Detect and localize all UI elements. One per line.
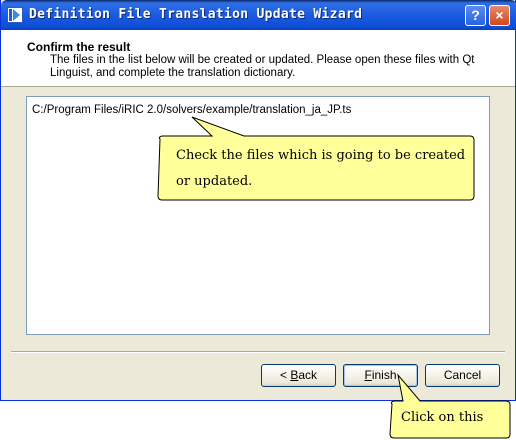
page-title: Confirm the result bbox=[27, 40, 131, 54]
file-list[interactable]: C:/Program Files/iRIC 2.0/solvers/exampl… bbox=[26, 96, 490, 335]
back-button[interactable]: < Back bbox=[261, 364, 336, 387]
page-description: The files in the list below will be crea… bbox=[50, 54, 475, 79]
close-button[interactable]: × bbox=[489, 5, 510, 26]
finish-callout-text: Click on this bbox=[401, 410, 484, 425]
title-bar[interactable]: Definition File Translation Update Wizar… bbox=[1, 0, 516, 30]
list-item[interactable]: C:/Program Files/iRIC 2.0/solvers/exampl… bbox=[32, 104, 351, 116]
finish-label: inish bbox=[371, 368, 397, 382]
cancel-button[interactable]: Cancel bbox=[425, 364, 500, 387]
button-separator bbox=[11, 351, 505, 353]
back-prefix: < bbox=[279, 368, 291, 382]
window-title: Definition File Translation Update Wizar… bbox=[29, 7, 363, 22]
wizard-window: Definition File Translation Update Wizar… bbox=[0, 0, 516, 401]
wizard-header: Confirm the result The files in the list… bbox=[1, 30, 515, 87]
finish-button[interactable]: Finish bbox=[343, 364, 418, 387]
app-icon bbox=[7, 7, 23, 23]
finish-accelerator: F bbox=[364, 368, 372, 382]
back-label: ack bbox=[298, 368, 318, 382]
help-button[interactable]: ? bbox=[465, 5, 486, 26]
